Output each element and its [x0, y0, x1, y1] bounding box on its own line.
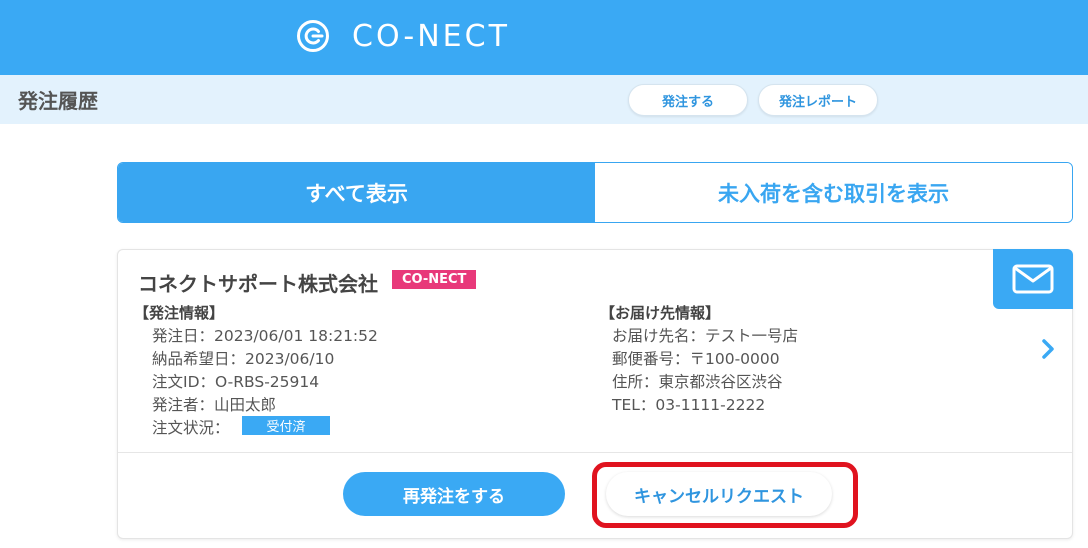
filter-tabs: すべて表示 未入荷を含む取引を表示 [117, 162, 1073, 223]
order-status-label: 注文状況： [152, 419, 230, 437]
order-card: コネクトサポート株式会社 CO-NECT 【発注情報】 発注日：2023/06/… [117, 249, 1073, 539]
chevron-right-icon[interactable] [1038, 338, 1058, 360]
order-button[interactable]: 発注する [628, 84, 748, 116]
order-id: 注文ID：O-RBS-25914 [152, 373, 320, 391]
cancel-request-button[interactable]: キャンセルリクエスト [606, 472, 832, 516]
conect-logo-icon [297, 20, 329, 52]
mail-icon [1012, 264, 1054, 294]
order-info-heading: 【発注情報】 [134, 304, 225, 322]
page-title: 発注履歴 [18, 89, 98, 113]
orderer: 発注者：山田太郎 [152, 396, 277, 414]
status-badge: 受付済 [242, 416, 330, 435]
order-report-button[interactable]: 発注レポート [758, 84, 878, 116]
address: 住所：東京都渋谷区渋谷 [612, 373, 783, 391]
mail-button[interactable] [993, 249, 1073, 309]
tab-show-pending[interactable]: 未入荷を含む取引を表示 [595, 163, 1072, 222]
top-header: CO-NECT [0, 0, 1088, 75]
sub-header: 発注履歴 発注する 発注レポート [0, 75, 1088, 124]
company-name: コネクトサポート株式会社 [138, 272, 378, 296]
logo[interactable]: CO-NECT [296, 16, 510, 56]
delivery-info-heading: 【お届け先情報】 [600, 304, 721, 322]
tab-show-all[interactable]: すべて表示 [118, 163, 595, 222]
brand-badge: CO-NECT [392, 270, 477, 289]
reorder-button[interactable]: 再発注をする [343, 472, 565, 516]
order-date: 発注日：2023/06/01 18:21:52 [152, 327, 378, 345]
requested-delivery-date: 納品希望日：2023/06/10 [152, 350, 335, 368]
card-divider [118, 452, 1072, 453]
logo-text: CO-NECT [352, 18, 510, 54]
postal-code: 郵便番号：〒100-0000 [612, 350, 780, 368]
delivery-destination: お届け先名：テスト一号店 [612, 327, 799, 345]
telephone: TEL：03-1111-2222 [612, 396, 766, 414]
